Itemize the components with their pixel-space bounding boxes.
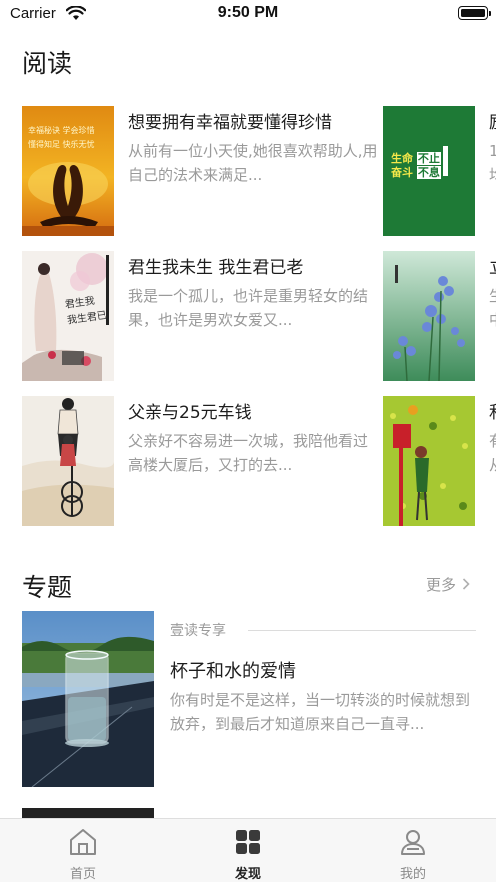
cover-text: 不止	[416, 152, 441, 165]
cover-text: 奋斗	[391, 166, 413, 179]
reading-section-title: 阅读	[22, 49, 73, 78]
topic-tag-row: 壹读专享	[170, 620, 476, 640]
reading-item-title: 想要拥有幸福就要懂得珍惜	[128, 113, 332, 133]
reading-item-desc: 生 中	[489, 284, 496, 332]
reading-item-peek[interactable]: 立 生 中	[383, 251, 496, 381]
tab-bar: 首页 发现 我的	[0, 818, 496, 882]
book-cover	[383, 396, 475, 526]
person-icon	[398, 827, 428, 857]
book-cover	[383, 251, 475, 381]
topic-item-desc: 你有时是不是这样，当一切转淡的时候就想到放弃，到最后才知道原来自己一直寻...	[170, 691, 471, 733]
tab-mine[interactable]: 我的	[330, 819, 496, 882]
more-link[interactable]: 更多	[426, 574, 470, 595]
more-label: 更多	[425, 576, 456, 594]
cover-text: 懂得知足 快乐无忧	[28, 140, 95, 149]
tab-label: 我的	[399, 867, 426, 882]
chevron-right-icon	[462, 576, 470, 594]
reading-item-desc: 从前有一位小天使,她很喜欢帮助人,用自己的法术来满足...	[128, 142, 378, 184]
tab-label: 首页	[69, 867, 96, 882]
reading-item-title: 和	[489, 398, 496, 423]
reading-item-desc: 有 从	[489, 429, 496, 477]
book-cover	[22, 396, 114, 526]
reading-item[interactable]: 幸福秘诀 学会珍惜 懂得知足 快乐无忧 想要拥有幸福就要懂得珍惜 从前有一位小天…	[22, 106, 378, 236]
cover-text: 幸福秘诀 学会珍惜	[28, 126, 95, 135]
tab-label: 发现	[234, 867, 261, 882]
reading-item-title: 励	[489, 108, 496, 133]
reading-item-desc: 父亲好不容易进一次城，我陪他看过高楼大厦后，又打的去...	[128, 432, 369, 474]
cover-text: 不息	[416, 166, 441, 179]
tab-discover[interactable]: 发现	[165, 819, 331, 882]
reading-item-desc: 我是一个孤儿，也许是重男轻女的结果，也许是男欢女爱又...	[128, 287, 369, 329]
battery-icon	[458, 6, 491, 20]
reading-item-title: 立	[489, 253, 496, 278]
reading-item[interactable]: 父亲与25元车钱 父亲好不容易进一次城，我陪他看过高楼大厦后，又打的去...	[22, 396, 368, 526]
topic-section-title: 专题	[22, 573, 73, 602]
home-icon	[68, 827, 98, 857]
cover-text: 生命	[391, 152, 413, 165]
reading-item-peek[interactable]: 和 有 从	[383, 396, 496, 526]
book-cover: 生命 不止 奋斗 不息	[383, 106, 475, 236]
tab-home[interactable]: 首页	[0, 819, 166, 882]
reading-item[interactable]: 君生我 我生君已 君生我未生 我生君已老 我是一个孤儿，也许是重男轻女的结果，也许…	[22, 251, 368, 381]
divider	[248, 630, 476, 631]
reading-item-peek[interactable]: 生命 不止 奋斗 不息 励 1 均	[383, 106, 496, 236]
status-time: 9:50 PM	[217, 4, 279, 21]
book-cover: 幸福秘诀 学会珍惜 懂得知足 快乐无忧	[22, 106, 114, 236]
reading-item-title: 君生我未生 我生君已老	[128, 258, 304, 278]
topic-cover-image	[22, 611, 154, 787]
grid-icon	[233, 827, 263, 857]
topic-tag: 壹读专享	[170, 623, 226, 639]
status-bar: Carrier 9:50 PM	[0, 0, 496, 30]
reading-item-title: 父亲与25元车钱	[128, 403, 252, 423]
reading-item-desc: 1 均	[489, 142, 496, 184]
topic-item-title: 杯子和水的爱情	[170, 661, 296, 682]
book-cover: 君生我 我生君已	[22, 251, 114, 381]
